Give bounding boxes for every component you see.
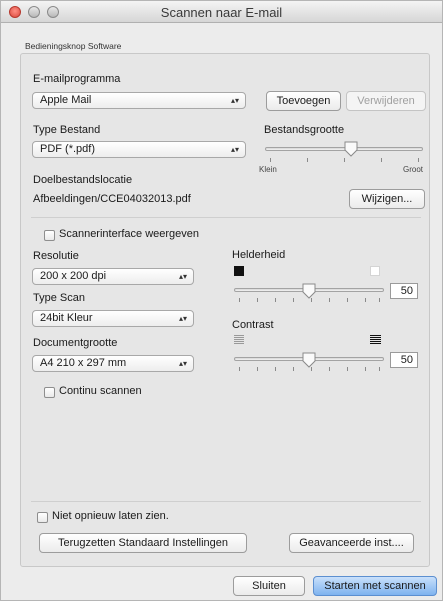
scan-type-select[interactable]: 24bit Kleur ▴▾ — [32, 310, 194, 327]
scan-type-value: 24bit Kleur — [40, 312, 93, 324]
slider-tick — [307, 158, 308, 162]
slider-tick — [257, 298, 258, 302]
dont-show-again-label: Niet opnieuw laten zien. — [52, 510, 169, 522]
slider-tick — [329, 367, 330, 371]
slider-tick — [381, 158, 382, 162]
continuous-scan-label: Continu scannen — [59, 385, 142, 397]
slider-tick — [270, 158, 271, 162]
change-location-button[interactable]: Wijzigen... — [349, 189, 425, 209]
resolution-label: Resolutie — [33, 250, 79, 262]
start-scan-button[interactable]: Starten met scannen — [313, 576, 437, 596]
reset-defaults-button[interactable]: Terugzetten Standaard Instellingen — [39, 533, 247, 553]
slider-tick — [379, 367, 380, 371]
destination-path: Afbeeldingen/CCE04032013.pdf — [33, 193, 191, 205]
add-button[interactable]: Toevoegen — [266, 91, 341, 111]
file-size-min-label: Klein — [259, 165, 277, 174]
dont-show-again-checkbox[interactable] — [37, 512, 48, 523]
remove-button[interactable]: Verwijderen — [346, 91, 426, 111]
slider-tick — [293, 367, 294, 371]
scanner-interface-checkbox[interactable] — [44, 230, 55, 241]
resolution-select[interactable]: 200 x 200 dpi ▴▾ — [32, 268, 194, 285]
popup-arrows-icon: ▴▾ — [230, 145, 239, 154]
scan-to-email-dialog: Scannen naar E-mail Bedieningsknop Softw… — [0, 0, 443, 601]
email-program-label: E-mailprogramma — [33, 73, 121, 85]
slider-tick — [365, 298, 366, 302]
slider-tick — [239, 367, 240, 371]
divider — [31, 217, 421, 218]
popup-arrows-icon: ▴▾ — [178, 359, 187, 368]
file-type-label: Type Bestand — [33, 124, 101, 136]
email-program-select[interactable]: Apple Mail ▴▾ — [32, 92, 246, 109]
low-contrast-icon — [234, 335, 244, 344]
file-type-value: PDF (*.pdf) — [40, 143, 96, 155]
continuous-scan-checkbox[interactable] — [44, 387, 55, 398]
brightness-value-field[interactable]: 50 — [390, 283, 418, 299]
popup-arrows-icon: ▴▾ — [178, 272, 187, 281]
slider-tick — [365, 367, 366, 371]
divider — [31, 501, 421, 502]
brightness-slider-knob[interactable] — [302, 283, 316, 299]
slider-tick — [347, 367, 348, 371]
slider-tick — [347, 298, 348, 302]
slider-tick — [418, 158, 419, 162]
destination-label: Doelbestandslocatie — [33, 174, 133, 186]
high-contrast-icon — [370, 335, 381, 344]
file-type-select[interactable]: PDF (*.pdf) ▴▾ — [32, 141, 246, 158]
slider-tick — [344, 158, 345, 162]
email-program-value: Apple Mail — [40, 94, 92, 106]
title-bar: Scannen naar E-mail — [1, 1, 442, 23]
slider-tick — [293, 298, 294, 302]
advanced-settings-button[interactable]: Geavanceerde inst.... — [289, 533, 414, 553]
popup-arrows-icon: ▴▾ — [178, 314, 187, 323]
contrast-slider-knob[interactable] — [302, 352, 316, 368]
document-size-value: A4 210 x 297 mm — [40, 357, 127, 369]
popup-arrows-icon: ▴▾ — [230, 96, 239, 105]
slider-tick — [257, 367, 258, 371]
group-tab-label: Bedieningsknop Software — [25, 41, 122, 51]
document-size-label: Documentgrootte — [33, 337, 118, 349]
file-size-label: Bestandsgrootte — [264, 124, 345, 136]
slider-tick — [275, 298, 276, 302]
close-button[interactable]: Sluiten — [233, 576, 305, 596]
brightness-label: Helderheid — [232, 249, 286, 261]
document-size-select[interactable]: A4 210 x 297 mm ▴▾ — [32, 355, 194, 372]
file-size-max-label: Groot — [403, 165, 424, 174]
slider-tick — [239, 298, 240, 302]
scan-type-label: Type Scan — [33, 292, 85, 304]
contrast-label: Contrast — [232, 319, 274, 331]
light-square-icon — [370, 266, 380, 276]
resolution-value: 200 x 200 dpi — [40, 270, 107, 282]
file-size-slider-knob[interactable] — [344, 141, 358, 157]
window-title: Scannen naar E-mail — [160, 5, 283, 20]
slider-tick — [275, 367, 276, 371]
dark-square-icon — [234, 266, 244, 276]
slider-tick — [379, 298, 380, 302]
contrast-value-field[interactable]: 50 — [390, 352, 418, 368]
slider-tick — [329, 298, 330, 302]
scanner-interface-label: Scannerinterface weergeven — [59, 228, 200, 240]
